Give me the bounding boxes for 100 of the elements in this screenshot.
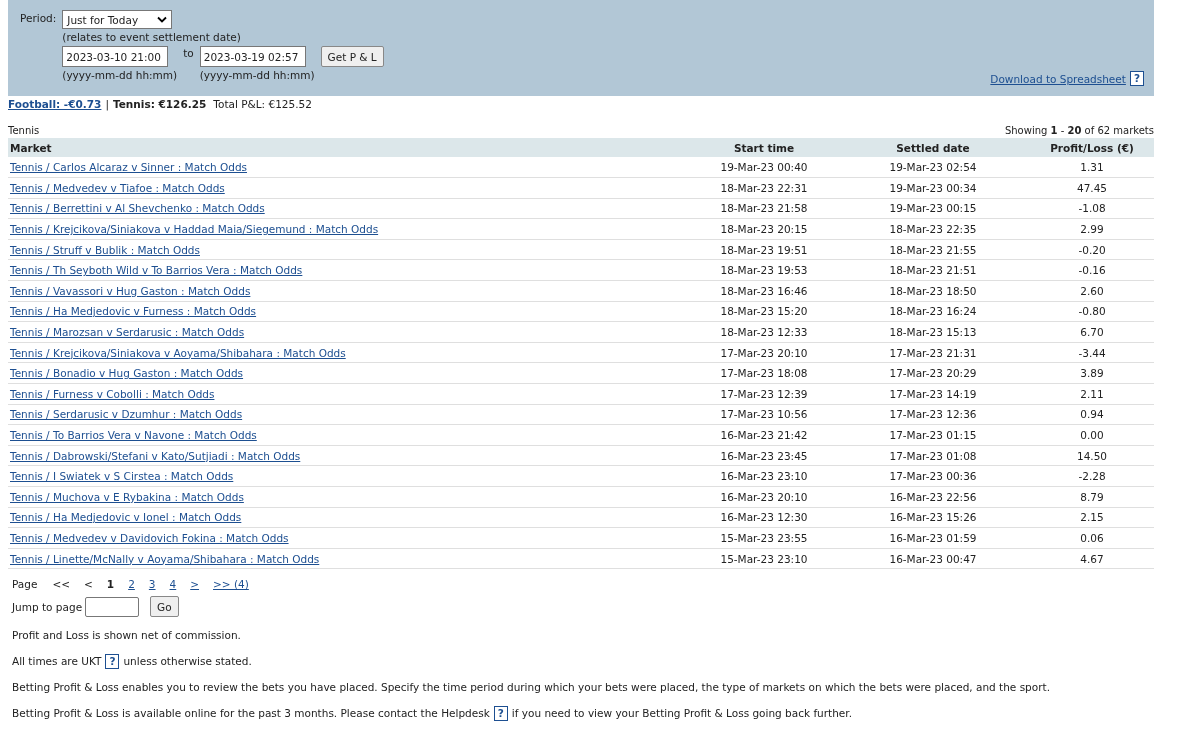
from-date-field[interactable]: 2023-03-10 21:00 <box>62 46 169 67</box>
table-cell: 18-Mar-23 20:15 <box>720 223 808 236</box>
table-cell: 17-Mar-23 20:10 <box>720 346 808 359</box>
table-cell: 2.11 <box>1080 387 1104 400</box>
market-link[interactable]: Tennis / Marozsan v Serdarusic : Match Odds <box>10 326 245 339</box>
table-cell: 18-Mar-23 19:51 <box>720 243 808 256</box>
table-cell: -0.20 <box>1078 243 1106 256</box>
current-page: 1 <box>106 578 115 591</box>
table-cell: 2.99 <box>1080 223 1104 236</box>
period-label: Period: <box>20 11 57 26</box>
table-cell: 16-Mar-23 20:10 <box>720 490 808 503</box>
market-link[interactable]: Tennis / Furness v Cobolli : Match Odds <box>10 387 215 400</box>
page-number-field[interactable] <box>85 596 140 617</box>
table-cell: 17-Mar-23 20:29 <box>889 367 977 380</box>
note-text: if you need to view your Betting Profit & Loss going back further. <box>511 707 852 720</box>
market-link[interactable]: Tennis / Vavassori v Hug Gaston : Match Odds <box>10 284 251 297</box>
market-link[interactable]: Tennis / To Barrios Vera v Navone : Match Odds <box>10 429 257 441</box>
market-link[interactable]: Tennis / Muchova v E Rybakina : Match Odds <box>10 490 244 503</box>
table-cell: 17-Mar-23 14:19 <box>889 387 977 400</box>
date-format-hint: (yyyy-mm-dd hh:mm) <box>199 69 315 81</box>
table-cell: 19-Mar-23 02:54 <box>889 161 977 174</box>
table-cell: 19-Mar-23 00:34 <box>889 181 977 194</box>
market-link[interactable]: Tennis / Ha Medjedovic v Ionel : Match Odds <box>10 511 242 524</box>
market-link[interactable]: Tennis / Serdarusic v Dzumhur : Match Odds <box>10 408 243 421</box>
market-link[interactable]: Tennis / Berrettini v Al Shevchenko : Match Odds <box>10 202 265 215</box>
table-cell: 1.31 <box>1080 161 1104 174</box>
table-cell: 16-Mar-23 23:10 <box>720 470 808 483</box>
page-link[interactable]: 3 <box>148 578 156 591</box>
table-cell: 18-Mar-23 16:46 <box>720 284 808 297</box>
table-cell: 19-Mar-23 00:40 <box>720 161 808 174</box>
page-nav-disabled: < <box>84 578 93 591</box>
table-cell: 4.67 <box>1080 552 1104 565</box>
page-link[interactable]: > <box>190 578 200 591</box>
table-cell: 0.94 <box>1080 408 1104 421</box>
help-button[interactable]: ? <box>105 653 120 669</box>
market-link[interactable]: Tennis / Linette/McNally v Aoyama/Shibahara : Match Odds <box>10 552 320 565</box>
page-link[interactable]: 2 <box>128 578 135 591</box>
separator: | <box>105 98 109 110</box>
market-link[interactable]: Tennis / I Swiatek v S Cirstea : Match Odds <box>10 470 234 483</box>
period-note: (relates to event settlement date) <box>62 31 242 43</box>
table-cell: 18-Mar-23 19:53 <box>720 264 808 277</box>
table-cell: 18-Mar-23 12:33 <box>720 326 808 339</box>
table-cell: 2.15 <box>1080 511 1104 524</box>
download-link[interactable]: Download to Spreadsheet <box>990 72 1126 85</box>
total-pl: Total P&L: €125.52 <box>213 98 312 110</box>
table-cell: 16-Mar-23 01:59 <box>889 532 977 544</box>
column-header: Settled date <box>836 138 1030 157</box>
page-link[interactable]: 4 <box>169 578 177 591</box>
table-cell: 16-Mar-23 12:30 <box>720 511 808 524</box>
section-title: Tennis <box>8 125 40 136</box>
market-link[interactable]: Tennis / Struff v Bublik : Match Odds <box>10 243 200 256</box>
table-cell: 16-Mar-23 15:26 <box>889 511 977 524</box>
market-link[interactable]: Tennis / Carlos Alcaraz v Sinner : Match Odds <box>10 161 247 174</box>
table-cell: 15-Mar-23 23:55 <box>720 532 808 544</box>
market-link[interactable]: Tennis / Ha Medjedovic v Furness : Match Odds <box>10 305 257 318</box>
football-link[interactable]: Football: -€0.73 <box>8 98 102 110</box>
note-text: Betting Profit & Loss enables you to review the bets you have placed. Specify the time period during which your bets were placed, the type of markets on which the bets were placed, and the sport. <box>12 681 1050 694</box>
table-cell: 2.60 <box>1080 284 1104 297</box>
table-cell: 47.45 <box>1076 181 1108 194</box>
go-button[interactable]: Go <box>150 596 179 618</box>
table-cell: 17-Mar-23 12:36 <box>889 408 977 421</box>
table-cell: 18-Mar-23 22:31 <box>720 181 808 194</box>
table-cell: 18-Mar-23 21:58 <box>720 202 808 215</box>
market-link[interactable]: Tennis / Medvedev v Tiafoe : Match Odds <box>10 181 225 194</box>
jump-label: Jump to page <box>12 600 83 613</box>
market-link[interactable]: Tennis / Medvedev v Davidovich Fokina : Match Odds <box>10 532 289 544</box>
market-link[interactable]: Tennis / Th Seyboth Wild v To Barrios Vera : Match Odds <box>10 264 303 277</box>
market-link[interactable]: Tennis / Krejcikova/Siniakova v Haddad Maia/Siegemund : Match Odds <box>10 223 379 236</box>
page-link[interactable]: >> (4) <box>213 578 249 591</box>
market-link[interactable]: Tennis / Dabrowski/Stefani v Kato/Sutjiadi : Match Odds <box>10 449 301 462</box>
tennis-total: Tennis: €126.25 <box>112 98 207 110</box>
period-dropdown[interactable]: Just for Today <box>62 10 173 29</box>
table-cell: 19-Mar-23 00:15 <box>889 202 977 215</box>
market-link[interactable]: Tennis / Krejcikova/Siniakova v Aoyama/Shibahara : Match Odds <box>10 346 346 359</box>
table-cell: 18-Mar-23 21:55 <box>889 243 977 256</box>
to-label: to <box>183 46 194 59</box>
table-cell: 17-Mar-23 21:31 <box>889 346 977 359</box>
chevron-down-icon <box>157 16 168 23</box>
get-pl-button[interactable]: Get P & L <box>320 46 384 67</box>
table-cell: 17-Mar-23 10:56 <box>720 408 808 421</box>
market-link[interactable]: Tennis / Bonadio v Hug Gaston : Match Odds <box>10 367 244 380</box>
column-header: Start time <box>692 138 836 157</box>
table-cell: 16-Mar-23 23:45 <box>720 449 808 462</box>
note-text: unless otherwise stated. <box>123 655 252 668</box>
table-cell: 18-Mar-23 15:13 <box>889 326 977 339</box>
table-cell: 16-Mar-23 00:47 <box>889 552 977 565</box>
table-cell: 18-Mar-23 16:24 <box>889 305 977 318</box>
table-cell: 18-Mar-23 21:51 <box>889 264 977 277</box>
help-button[interactable]: ? <box>493 705 508 721</box>
table-cell: 16-Mar-23 22:56 <box>889 490 977 503</box>
table-cell: 17-Mar-23 00:36 <box>889 470 977 483</box>
table-cell: 14.50 <box>1076 449 1108 462</box>
table-cell: 15-Mar-23 23:10 <box>720 552 808 565</box>
table-cell: 18-Mar-23 22:35 <box>889 223 977 236</box>
help-button[interactable]: ? <box>1129 71 1144 86</box>
note-text: Betting Profit & Loss is available online for the past 3 months. Please contact the Helpdesk <box>12 707 490 720</box>
to-date-field[interactable]: 2023-03-19 02:57 <box>199 46 306 67</box>
note-text: All times are UKT <box>12 655 102 668</box>
column-header: Market <box>8 138 692 157</box>
page-label: Page <box>12 578 38 591</box>
